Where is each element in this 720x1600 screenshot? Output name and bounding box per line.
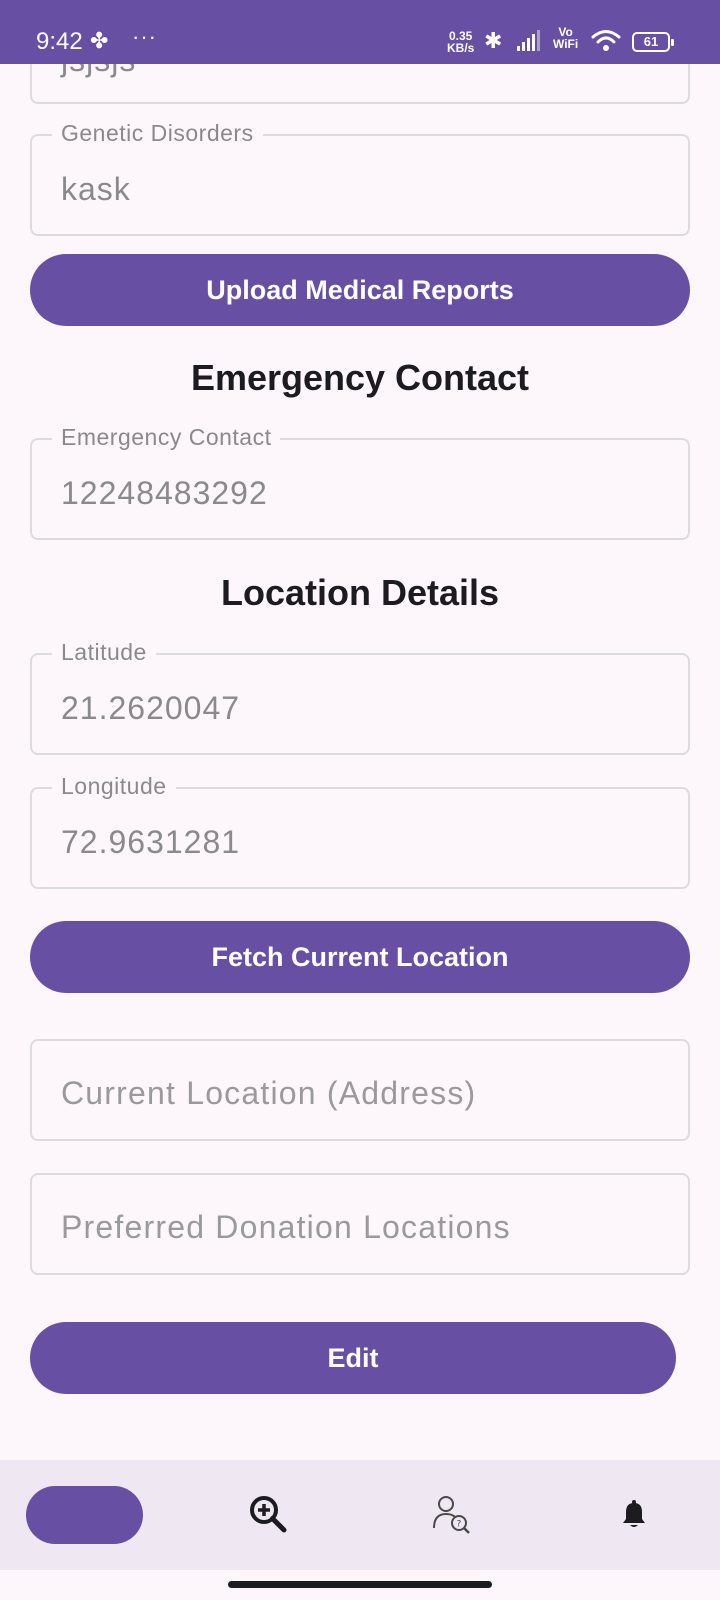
emergency-contact-label: Emergency Contact — [52, 424, 281, 451]
current-location-address-placeholder: Current Location (Address) — [61, 1075, 477, 1111]
edit-button[interactable]: Edit — [30, 1322, 676, 1394]
longitude-label: Longitude — [52, 773, 176, 800]
vowifi-indicator-overlay: Vo WiFi — [553, 25, 579, 51]
nav-search-plus[interactable] — [248, 1494, 288, 1534]
more-notifications-icon: ··· — [132, 24, 157, 49]
preferred-donation-locations-field[interactable]: Preferred Donation Locations — [30, 1173, 690, 1275]
longitude-field[interactable]: Longitude 72.9631281 — [30, 773, 690, 889]
fan-icon: ✤ — [90, 28, 109, 53]
preferred-donation-locations-placeholder: Preferred Donation Locations — [61, 1209, 511, 1245]
notification-bell-icon — [623, 1500, 645, 1527]
bottom-navigation: ? — [0, 1460, 720, 1570]
battery-icon: 61 — [632, 32, 674, 52]
emergency-contact-title: Emergency Contact — [190, 357, 530, 398]
upload-medical-reports-button[interactable]: Upload Medical Reports — [30, 254, 690, 326]
search-plus-icon — [250, 1496, 287, 1533]
latitude-label: Latitude — [52, 639, 156, 666]
wifi-icon — [591, 30, 621, 51]
nav-home-active[interactable] — [26, 1486, 143, 1544]
emergency-contact-field[interactable]: Emergency Contact 12248483292 — [30, 424, 690, 540]
latitude-field[interactable]: Latitude 21.2620047 — [30, 639, 690, 755]
nav-notifications[interactable] — [614, 1494, 654, 1534]
svg-text:?: ? — [457, 1520, 462, 1530]
nav-person-search[interactable]: ? — [432, 1494, 472, 1534]
bluetooth-icon: ✱ — [484, 28, 503, 53]
battery-level-overlay: 61 — [643, 34, 659, 49]
network-speed-overlay: 0.35 KB/s — [447, 29, 475, 55]
latitude-value: 21.2620047 — [61, 690, 241, 726]
genetic-disorders-value: kask — [61, 171, 131, 207]
genetic-disorders-label: Genetic Disorders — [52, 120, 263, 147]
current-location-address-field[interactable]: Current Location (Address) — [30, 1039, 690, 1141]
person-search-icon: ? — [433, 1496, 470, 1534]
genetic-disorders-field[interactable]: Genetic Disorders kask — [30, 120, 690, 236]
status-bar-overlay: 9:42 ✤ ··· 0.35 KB/s ✱ Vo WiFi 61 — [0, 0, 720, 64]
fetch-current-location-button[interactable]: Fetch Current Location — [30, 921, 690, 993]
longitude-value: 72.9631281 — [61, 824, 241, 860]
status-time-overlay: 9:42 — [36, 28, 83, 55]
location-details-title: Location Details — [220, 572, 500, 613]
signal-icon — [517, 30, 540, 51]
emergency-contact-value: 12248483292 — [61, 475, 268, 511]
home-indicator[interactable] — [228, 1581, 492, 1588]
